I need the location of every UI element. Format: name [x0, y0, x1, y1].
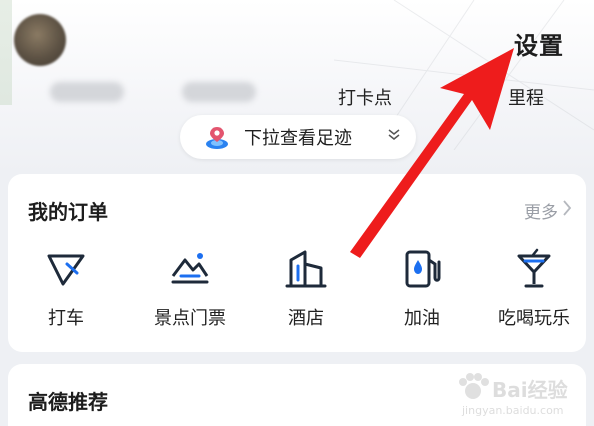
- stat-mileage[interactable]: 里程: [508, 84, 544, 110]
- service-label: 景点门票: [154, 308, 226, 329]
- cocktail-icon: [511, 246, 557, 292]
- service-label: 打车: [48, 308, 84, 329]
- pull-down-footprint-button[interactable]: 下拉查看足迹: [180, 115, 416, 159]
- more-label: 更多: [524, 203, 558, 223]
- taxi-icon: [43, 246, 89, 292]
- pull-down-label: 下拉查看足迹: [244, 128, 352, 149]
- stat-checkin-points[interactable]: 打卡点: [338, 84, 392, 110]
- service-scenic-ticket[interactable]: 景点门票: [135, 246, 245, 330]
- watermark-brand: Bai经验: [492, 378, 568, 402]
- orders-title: 我的订单: [28, 200, 108, 224]
- chevron-down-icon: [388, 128, 400, 146]
- profile-header: 设置 打卡点 里程 下拉查看足迹: [0, 0, 594, 175]
- service-entertainment[interactable]: 吃喝玩乐: [479, 246, 589, 330]
- service-label: 酒店: [288, 308, 324, 329]
- order-services: 打车 景点门票 酒店 加油 吃喝玩乐: [8, 246, 586, 336]
- service-label: 加油: [404, 308, 440, 329]
- service-fuel[interactable]: 加油: [367, 246, 477, 330]
- service-label: 吃喝玩乐: [498, 308, 570, 329]
- paw-icon: [459, 373, 489, 399]
- fuel-icon: [399, 246, 445, 292]
- service-taxi[interactable]: 打车: [11, 246, 121, 330]
- my-orders-card: 我的订单 更多 打车 景点门票 酒店 加油 吃喝玩乐: [8, 174, 586, 352]
- settings-button[interactable]: 设置: [514, 26, 564, 61]
- chevron-right-icon: [562, 199, 572, 222]
- hotel-icon: [283, 246, 329, 292]
- scenic-ticket-icon: [167, 246, 213, 292]
- watermark-url: jingyan.baidu.com: [462, 404, 564, 417]
- service-hotel[interactable]: 酒店: [251, 246, 361, 330]
- recommend-title: 高德推荐: [28, 390, 108, 414]
- footprint-pin-icon: [204, 124, 230, 150]
- stat-value-blurred: [182, 82, 256, 102]
- map-edge: [0, 0, 12, 105]
- more-orders-link[interactable]: 更多: [524, 198, 572, 223]
- stat-value-blurred: [50, 82, 124, 102]
- avatar[interactable]: [14, 14, 66, 66]
- baidu-watermark: Bai经验 jingyan.baidu.com: [456, 372, 576, 420]
